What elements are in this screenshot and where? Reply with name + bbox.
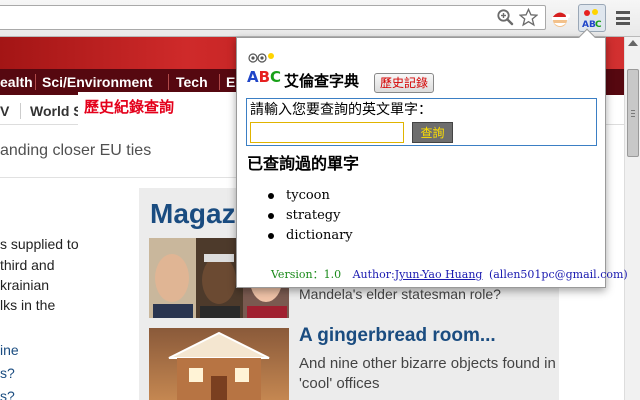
story-snippet-mandela[interactable]: Mandela's elder statesman role? <box>299 286 501 302</box>
queried-word-item[interactable]: strategy <box>268 206 353 226</box>
story-title-gingerbread[interactable]: A gingerbread room... <box>299 325 496 347</box>
queried-word-item[interactable]: tycoon <box>268 186 353 206</box>
svg-text:ABC: ABC <box>247 68 281 85</box>
history-query-label: 歷史紀錄查詢 <box>78 92 236 128</box>
bookmark-star-icon[interactable] <box>517 6 539 28</box>
story-link-line[interactable]: s? <box>0 365 15 381</box>
story-text-line: s supplied to <box>0 236 79 252</box>
portrait-1 <box>149 238 196 318</box>
browser-toolbar: AB C <box>0 0 640 37</box>
story-link-line[interactable]: ine <box>0 342 19 358</box>
address-bar[interactable] <box>0 5 546 30</box>
app-title: 艾倫查字典 <box>284 72 360 90</box>
dictionary-extension-icon[interactable]: AB C <box>578 4 606 32</box>
svg-text:AB: AB <box>582 20 596 29</box>
queried-words-list: tycoon strategy dictionary <box>268 186 353 246</box>
dictionary-popup: ABC 艾倫查字典 歷史記錄 請輸入您要查詢的英文單字： 查詢 已查詢過的單字 … <box>236 28 628 288</box>
author-email: (allen501pc@gmail.com) <box>488 268 628 281</box>
nav-item-entertainment[interactable]: E <box>226 74 235 90</box>
nav-separator <box>168 74 169 90</box>
santa-extension-icon[interactable] <box>549 7 571 29</box>
author-label: Author: <box>352 268 395 281</box>
nav-item-tech[interactable]: Tech <box>176 74 208 90</box>
word-input[interactable] <box>250 122 404 143</box>
query-prompt-label: 請輸入您要查詢的英文單字： <box>250 102 432 118</box>
magazine-title[interactable]: Magaz <box>150 198 236 230</box>
story-text-line: third and <box>0 257 55 273</box>
subnav-separator <box>20 103 21 119</box>
author-link[interactable]: Jyun-Yao Huang <box>395 268 483 281</box>
zoom-icon[interactable] <box>494 6 516 28</box>
scroll-grip-icon <box>631 110 635 117</box>
headline-link[interactable]: anding closer EU ties <box>0 142 151 160</box>
abc-logo-icon: ABC <box>247 51 287 86</box>
queried-word-item[interactable]: dictionary <box>268 226 353 246</box>
vertical-scrollbar[interactable] <box>624 37 640 400</box>
nav-item-health[interactable]: ealth <box>0 74 33 90</box>
story-link-line[interactable]: s? <box>0 388 15 400</box>
story-subtitle-gingerbread: And nine other bizarre objects found in … <box>299 355 556 392</box>
query-form: 請輸入您要查詢的英文單字： 查詢 <box>246 98 597 146</box>
hamburger-menu-icon[interactable] <box>613 9 633 27</box>
subnav-item-tv[interactable]: V <box>0 103 9 119</box>
nav-separator <box>219 74 220 90</box>
nav-separator <box>35 74 36 90</box>
nav-item-sci-environment[interactable]: Sci/Environment <box>42 74 152 90</box>
subnav-item-world-service[interactable]: World S <box>30 103 83 119</box>
scroll-thumb[interactable] <box>627 69 639 157</box>
query-button[interactable]: 查詢 <box>412 122 453 143</box>
history-button[interactable]: 歷史記錄 <box>374 73 435 93</box>
queried-words-heading: 已查詢過的單字 <box>247 154 360 173</box>
story-text-line: krainian <box>0 277 50 293</box>
gingerbread-room-photo[interactable] <box>149 328 289 400</box>
version-label: Version：1.0 <box>271 268 342 281</box>
scroll-up-arrow-icon[interactable] <box>628 40 638 46</box>
popup-footer: Version：1.0 Author:Jyun-Yao Huang (allen… <box>271 266 628 282</box>
svg-text:C: C <box>595 20 602 29</box>
story-text-line: lks in the <box>0 297 56 313</box>
